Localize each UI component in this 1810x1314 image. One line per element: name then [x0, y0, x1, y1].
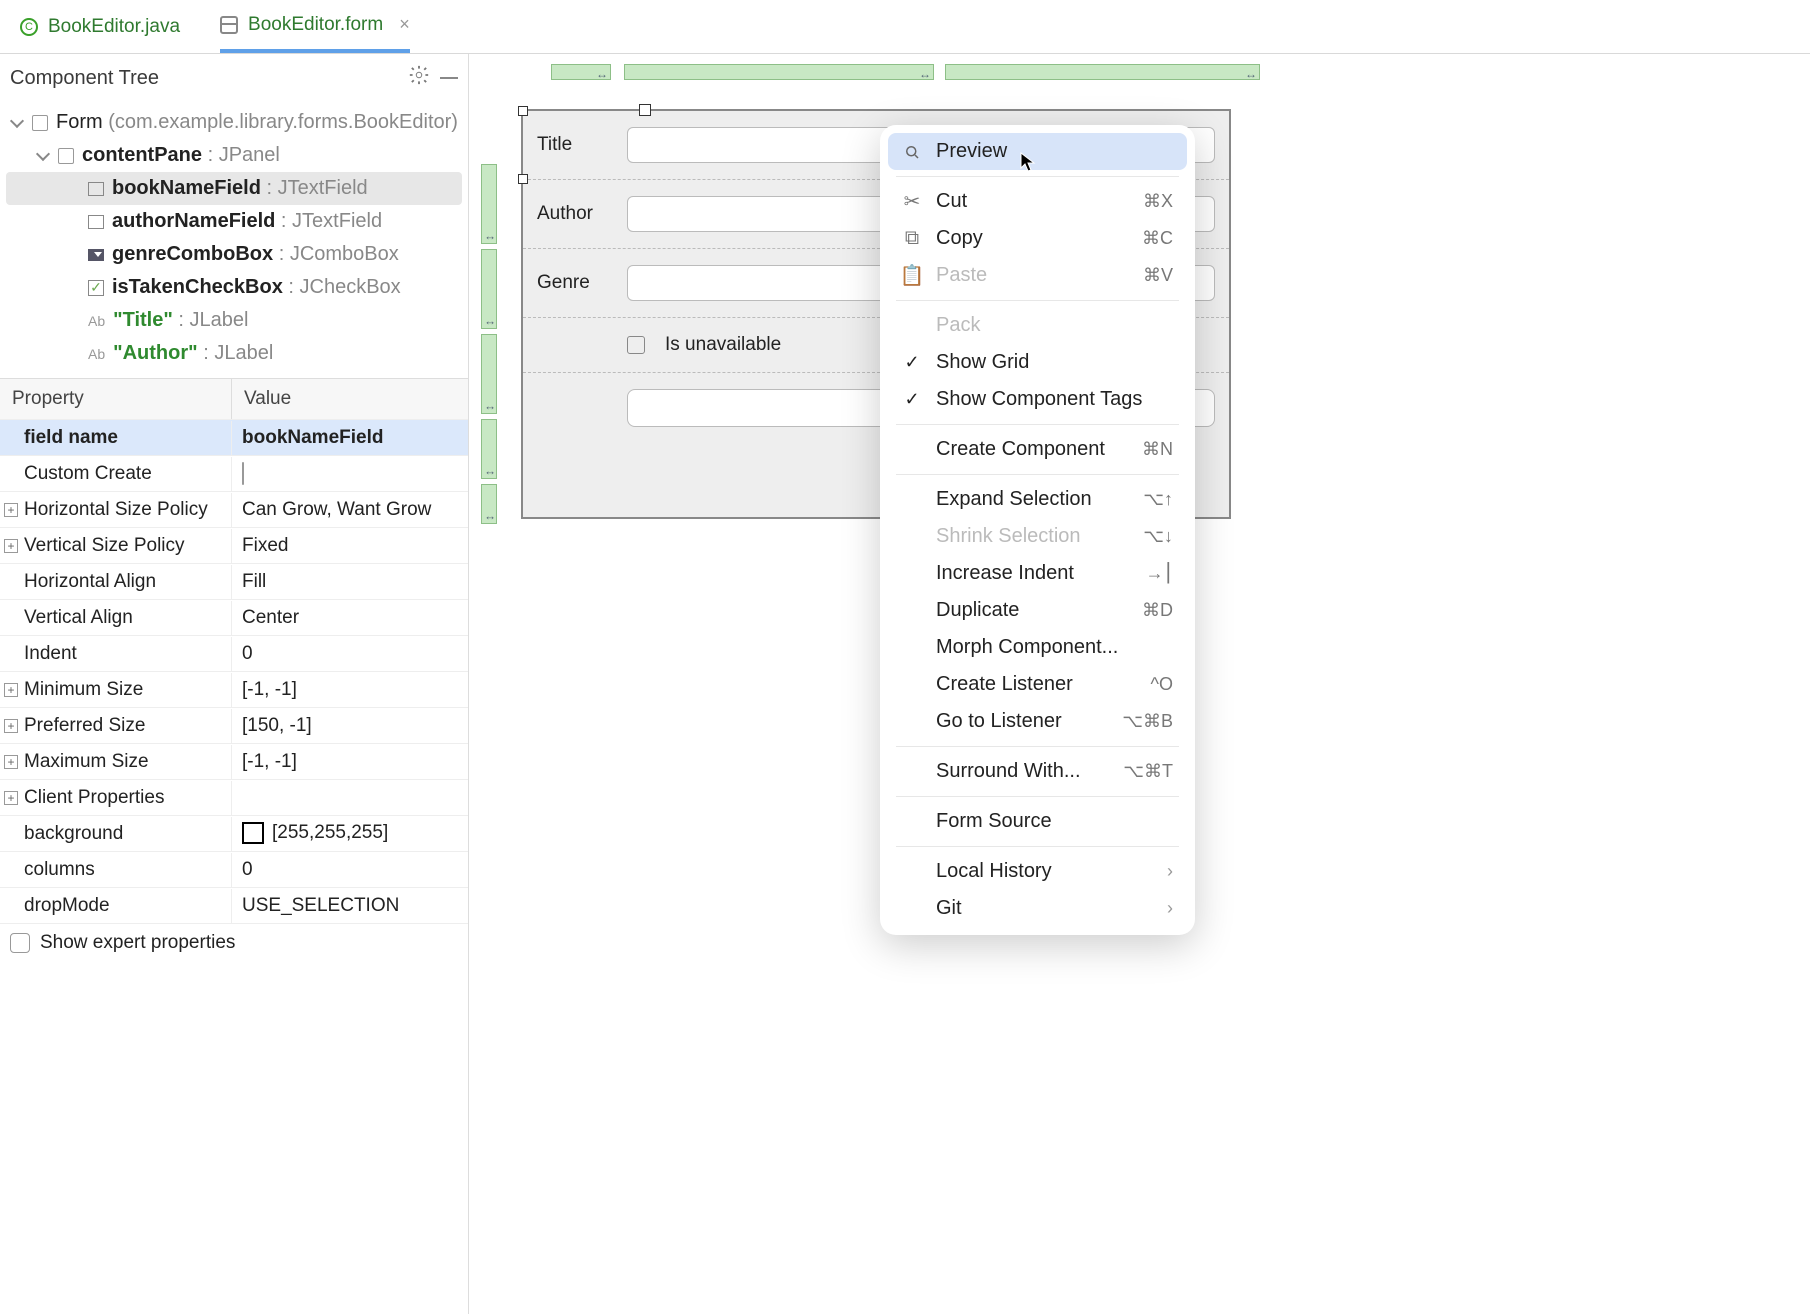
- property-row[interactable]: Vertical AlignCenter: [0, 599, 468, 635]
- context-menu-item: 📋Paste⌘V: [888, 257, 1187, 294]
- expand-icon[interactable]: +: [4, 539, 18, 553]
- expand-icon[interactable]: +: [4, 791, 18, 805]
- mouse-cursor: [1020, 152, 1036, 174]
- tree-item[interactable]: ✓isTakenCheckBox : JCheckBox: [6, 271, 462, 304]
- textfield-icon: [88, 215, 104, 229]
- context-menu-item[interactable]: Surround With...⌥⌘T: [888, 753, 1187, 790]
- chevron-right-icon: ›: [1167, 861, 1173, 882]
- combobox-icon: [88, 249, 104, 261]
- property-row[interactable]: +Minimum Size[-1, -1]: [0, 671, 468, 707]
- context-menu-item[interactable]: ⧉Copy⌘C: [888, 220, 1187, 257]
- tree-contentpane[interactable]: contentPane : JPanel: [6, 139, 462, 172]
- col-property: Property: [0, 379, 232, 419]
- chevron-down-icon[interactable]: [36, 149, 50, 163]
- checkbox-icon[interactable]: [242, 462, 244, 485]
- property-row[interactable]: background[255,255,255]: [0, 815, 468, 851]
- context-menu[interactable]: Preview ✂Cut⌘X⧉Copy⌘C📋Paste⌘V Pack✓Show Gr…: [880, 125, 1195, 935]
- context-menu-item[interactable]: Morph Component...: [888, 629, 1187, 666]
- vertical-ruler: ↕: [481, 484, 497, 524]
- gear-icon[interactable]: [408, 64, 430, 92]
- context-menu-item[interactable]: Duplicate⌘D: [888, 592, 1187, 629]
- context-menu-item[interactable]: Increase Indent→⎮: [888, 555, 1187, 592]
- tab-form[interactable]: BookEditor.form ×: [220, 0, 410, 53]
- property-row[interactable]: field namebookNameField: [0, 419, 468, 455]
- component-tree: Form (com.example.library.forms.BookEdit…: [0, 102, 468, 378]
- tab-label: BookEditor.form: [248, 14, 383, 36]
- checkbox-icon[interactable]: [10, 933, 30, 953]
- tab-java[interactable]: C BookEditor.java: [20, 0, 180, 53]
- tree-item[interactable]: bookNameField : JTextField: [6, 172, 462, 205]
- col-value: Value: [232, 379, 468, 419]
- vertical-ruler: ↕: [481, 249, 497, 329]
- textfield-icon: [88, 182, 104, 196]
- property-row[interactable]: dropModeUSE_SELECTION: [0, 887, 468, 923]
- show-expert-label: Show expert properties: [40, 932, 235, 954]
- checkbox-icon: ✓: [88, 280, 104, 296]
- context-menu-item[interactable]: Local History›: [888, 853, 1187, 890]
- property-row[interactable]: Indent0: [0, 635, 468, 671]
- expand-icon[interactable]: +: [4, 683, 18, 697]
- label-icon: Ab: [88, 313, 105, 329]
- context-menu-item[interactable]: ✓Show Grid: [888, 344, 1187, 381]
- java-class-icon: C: [20, 18, 38, 36]
- color-swatch[interactable]: [242, 822, 264, 844]
- context-menu-item[interactable]: Git›: [888, 890, 1187, 927]
- property-row[interactable]: +Vertical Size PolicyFixed: [0, 527, 468, 563]
- properties-header: Property Value: [0, 379, 468, 419]
- context-menu-item[interactable]: Create Listener^O: [888, 666, 1187, 703]
- context-menu-item[interactable]: Go to Listener⌥⌘B: [888, 703, 1187, 740]
- vertical-ruler: ↕: [481, 164, 497, 244]
- context-menu-item[interactable]: Create Component⌘N: [888, 431, 1187, 468]
- author-label: Author: [537, 203, 607, 225]
- checkbox-icon[interactable]: [627, 336, 645, 354]
- context-menu-item[interactable]: Preview: [888, 133, 1187, 170]
- context-menu-item[interactable]: Form Source: [888, 803, 1187, 840]
- chevron-down-icon[interactable]: [10, 116, 24, 130]
- title-label: Title: [537, 134, 607, 156]
- panel-title: Component Tree: [10, 67, 398, 90]
- tab-label: BookEditor.java: [48, 16, 180, 38]
- expand-icon[interactable]: +: [4, 503, 18, 517]
- context-menu-item: Pack: [888, 307, 1187, 344]
- property-row[interactable]: +Client Properties: [0, 779, 468, 815]
- expand-icon[interactable]: +: [4, 719, 18, 733]
- editor-tabs: C BookEditor.java BookEditor.form ×: [0, 0, 1810, 54]
- property-row[interactable]: +Preferred Size[150, -1]: [0, 707, 468, 743]
- property-row[interactable]: Horizontal AlignFill: [0, 563, 468, 599]
- property-row[interactable]: columns0: [0, 851, 468, 887]
- tree-root[interactable]: Form (com.example.library.forms.BookEdit…: [6, 106, 462, 139]
- context-menu-item[interactable]: ✓Show Component Tags: [888, 381, 1187, 418]
- vertical-ruler: ↕: [481, 419, 497, 479]
- tree-item[interactable]: Ab"Title" : JLabel: [6, 304, 462, 337]
- minimize-icon[interactable]: [440, 77, 458, 79]
- expand-icon[interactable]: +: [4, 755, 18, 769]
- properties-panel: Property Value field namebookNameFieldCu…: [0, 378, 468, 1314]
- chevron-right-icon: ›: [1167, 898, 1173, 919]
- tree-item[interactable]: Ab"Author" : JLabel: [6, 337, 462, 370]
- context-menu-item[interactable]: Expand Selection⌥↑: [888, 481, 1187, 518]
- property-row[interactable]: Custom Create: [0, 455, 468, 491]
- close-icon[interactable]: ×: [399, 14, 410, 35]
- component-tree-header: Component Tree: [0, 54, 468, 102]
- context-menu-item: Shrink Selection⌥↓: [888, 518, 1187, 555]
- property-row[interactable]: +Horizontal Size PolicyCan Grow, Want Gr…: [0, 491, 468, 527]
- form-icon: [220, 16, 238, 34]
- context-menu-item[interactable]: ✂Cut⌘X: [888, 183, 1187, 220]
- tree-item[interactable]: authorNameField : JTextField: [6, 205, 462, 238]
- panel-icon: [58, 148, 74, 164]
- property-row[interactable]: +Maximum Size[-1, -1]: [0, 743, 468, 779]
- label-icon: Ab: [88, 346, 105, 362]
- checkbox-label: Is unavailable: [665, 334, 781, 356]
- form-root-icon: [32, 115, 48, 131]
- left-panel: Component Tree Form (com.example.library…: [0, 54, 469, 1314]
- genre-label: Genre: [537, 272, 607, 294]
- vertical-ruler: ↕: [481, 334, 497, 414]
- show-expert-row[interactable]: Show expert properties: [0, 923, 468, 962]
- tree-item[interactable]: genreComboBox : JComboBox: [6, 238, 462, 271]
